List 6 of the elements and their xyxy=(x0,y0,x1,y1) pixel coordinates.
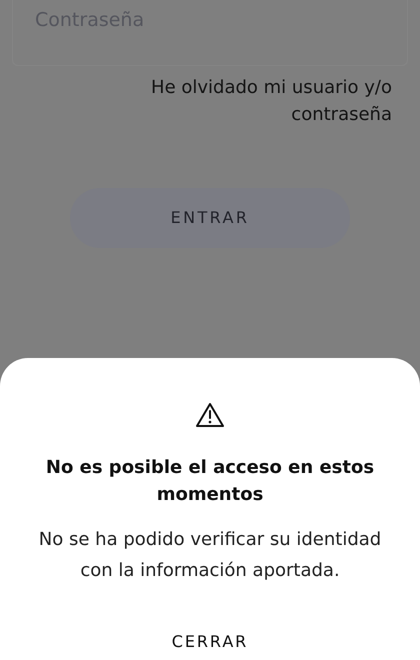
forgot-credentials-link[interactable]: He olvidado mi usuario y/o contraseña xyxy=(112,74,392,128)
warning-icon xyxy=(195,402,225,428)
enter-button[interactable]: ENTRAR xyxy=(70,188,350,248)
dialog-title: No es posible el acceso en estos momentos xyxy=(44,456,376,507)
dialog-message: No se ha podido verificar su identidad con la información aportada. xyxy=(38,528,382,583)
close-button[interactable]: CERRAR xyxy=(156,626,264,658)
